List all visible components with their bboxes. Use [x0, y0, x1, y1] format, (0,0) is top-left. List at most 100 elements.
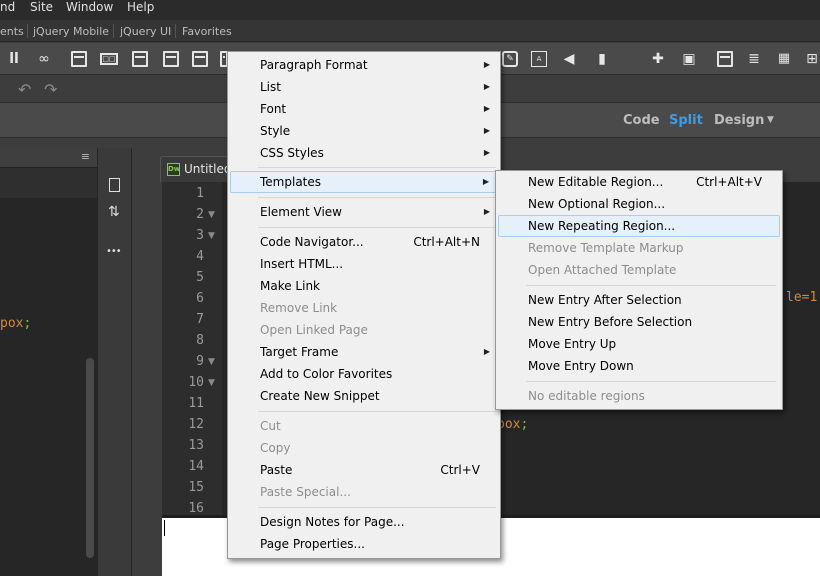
more-icon[interactable]: ••• [106, 246, 122, 257]
menu-item-css-styles[interactable]: CSS Styles ▶ [230, 142, 498, 164]
form-icon[interactable]: □□ [100, 53, 118, 65]
menu-item-move-entry-up[interactable]: Move Entry Up [498, 333, 780, 355]
menu-item-new-optional-region[interactable]: New Optional Region... [498, 193, 780, 215]
image-tag-icon[interactable]: ll [6, 51, 22, 67]
tab-favorites[interactable]: Favorites [182, 25, 232, 38]
menu-item-shortcut: Ctrl+Alt+V [696, 175, 762, 189]
menu-item-new-editable-region[interactable]: New Editable Region... Ctrl+Alt+V [498, 171, 780, 193]
submenu-arrow-icon: ▶ [482, 177, 489, 186]
panel-menu-icon[interactable]: ≡ [81, 150, 90, 163]
edit-icon[interactable]: ✎ [502, 51, 518, 67]
submenu-arrow-icon: ▶ [483, 148, 490, 157]
menu-separator [258, 197, 496, 198]
menu-item-label: Add to Color Favorites [260, 367, 393, 381]
line-number: 11 [188, 396, 204, 411]
plugin-icon[interactable]: ✚ [650, 51, 666, 67]
left-panel: ≡ pox; [0, 148, 97, 576]
menu-item-element-view[interactable]: Element View ▶ [230, 201, 498, 223]
image-rollover-icon[interactable]: ▣ [681, 51, 697, 67]
scrollbar-thumb[interactable] [86, 358, 94, 558]
fold-marker-icon[interactable]: ▼ [208, 357, 215, 367]
menu-item-create-new-snippet[interactable]: Create New Snippet [230, 385, 498, 407]
line-number: 9 [196, 354, 204, 369]
tab-jquery-ui[interactable]: jQuery UI [120, 25, 171, 38]
menu-item-label: Style [260, 124, 291, 138]
tab-divider [175, 24, 176, 38]
menu-item-new-entry-before-selection[interactable]: New Entry Before Selection [498, 311, 780, 333]
comment-icon[interactable] [717, 51, 733, 67]
menu-item-templates[interactable]: Templates ▶ [230, 171, 498, 193]
menu-item-paste[interactable]: Paste Ctrl+V [230, 459, 498, 481]
menu-item-copy: Copy [230, 437, 498, 459]
context-menu: Paragraph Format ▶ List ▶ Font ▶ Style ▶ CSS Sty… [227, 51, 501, 559]
menu-item-list[interactable]: List ▶ [230, 76, 498, 98]
swf-icon[interactable]: A [531, 51, 547, 67]
menu-item-code-navigator[interactable]: Code Navigator... Ctrl+Alt+N [230, 231, 498, 253]
menu-item-paste-special: Paste Special... [230, 481, 498, 503]
menu-item-label: New Editable Region... [528, 175, 664, 189]
menu-site[interactable]: Site [30, 0, 53, 14]
menu-item-label: No editable regions [528, 389, 645, 403]
fold-marker-icon[interactable]: ▼ [208, 210, 215, 220]
menu-item-page-properties[interactable]: Page Properties... [230, 533, 498, 555]
link-icon[interactable]: ∞ [36, 51, 52, 67]
code-punctuation: ; [520, 417, 529, 432]
sort-icon[interactable]: ⇅ [108, 204, 120, 220]
redo-icon[interactable]: ↷ [44, 80, 57, 99]
menu-item-label: Code Navigator... [260, 235, 364, 249]
document-icon[interactable] [109, 178, 120, 192]
code-view-button[interactable]: Code [623, 113, 660, 128]
code-fragment-attribute: le=1 [786, 290, 818, 305]
audio-icon[interactable]: ◀ [561, 51, 577, 67]
menu-item-add-to-color-favorites[interactable]: Add to Color Favorites [230, 363, 498, 385]
menu-bar: nd Site Window Help [0, 0, 820, 20]
menu-item-open-linked-page: Open Linked Page [230, 319, 498, 341]
code-punctuation: ; [23, 316, 32, 331]
menu-item-font[interactable]: Font ▶ [230, 98, 498, 120]
menu-item-style[interactable]: Style ▶ [230, 120, 498, 142]
aside-icon[interactable] [192, 51, 208, 67]
fold-marker-icon[interactable]: ▼ [208, 378, 215, 388]
article-icon[interactable] [163, 51, 179, 67]
menu-item-insert-html[interactable]: Insert HTML... [230, 253, 498, 275]
menu-separator [526, 285, 776, 286]
menu-item-target-frame[interactable]: Target Frame ▶ [230, 341, 498, 363]
line-number: 8 [196, 333, 204, 348]
fold-marker-icon[interactable]: ▼ [208, 231, 215, 241]
menu-item-new-entry-after-selection[interactable]: New Entry After Selection [498, 289, 780, 311]
section-icon[interactable] [132, 51, 148, 67]
header-icon[interactable] [71, 51, 87, 67]
more-tools-icon[interactable]: ⊞ [804, 51, 820, 67]
tab-elements-partial[interactable]: ents [0, 25, 24, 38]
menu-item-label: Remove Link [260, 301, 338, 315]
tab-divider [113, 24, 114, 38]
menu-item-label: List [260, 80, 281, 94]
menu-separator [258, 507, 496, 508]
split-view-button[interactable]: Split [669, 113, 703, 128]
design-view-button[interactable]: Design [714, 113, 764, 128]
menu-item-move-entry-down[interactable]: Move Entry Down [498, 355, 780, 377]
video-icon[interactable]: ▮ [594, 51, 610, 67]
menu-item-label: Open Attached Template [528, 263, 677, 277]
menu-item-label: New Optional Region... [528, 197, 666, 211]
menu-help[interactable]: Help [127, 0, 154, 14]
menu-item-design-notes-for-page[interactable]: Design Notes for Page... [230, 511, 498, 533]
left-code-area [0, 198, 97, 576]
script-icon[interactable]: ≣ [746, 51, 762, 67]
menu-item-paragraph-format[interactable]: Paragraph Format ▶ [230, 54, 498, 76]
menu-item-label: Element View [260, 205, 342, 219]
chevron-down-icon[interactable]: ▼ [767, 115, 774, 125]
menu-window[interactable]: Window [66, 0, 113, 14]
line-number: 15 [188, 480, 204, 495]
menu-separator [258, 227, 496, 228]
menu-item-no-editable-regions: No editable regions [498, 385, 780, 407]
line-number: 3 [196, 228, 204, 243]
menu-item-label: Insert HTML... [260, 257, 344, 271]
undo-icon[interactable]: ↶ [18, 80, 31, 99]
menu-command-partial[interactable]: nd [0, 0, 15, 14]
menu-item-make-link[interactable]: Make Link [230, 275, 498, 297]
menu-item-label: Cut [260, 419, 281, 433]
tab-jquery-mobile[interactable]: jQuery Mobile [33, 25, 109, 38]
menu-item-new-repeating-region[interactable]: New Repeating Region... [498, 215, 780, 237]
date-icon[interactable]: ▦ [776, 51, 792, 67]
